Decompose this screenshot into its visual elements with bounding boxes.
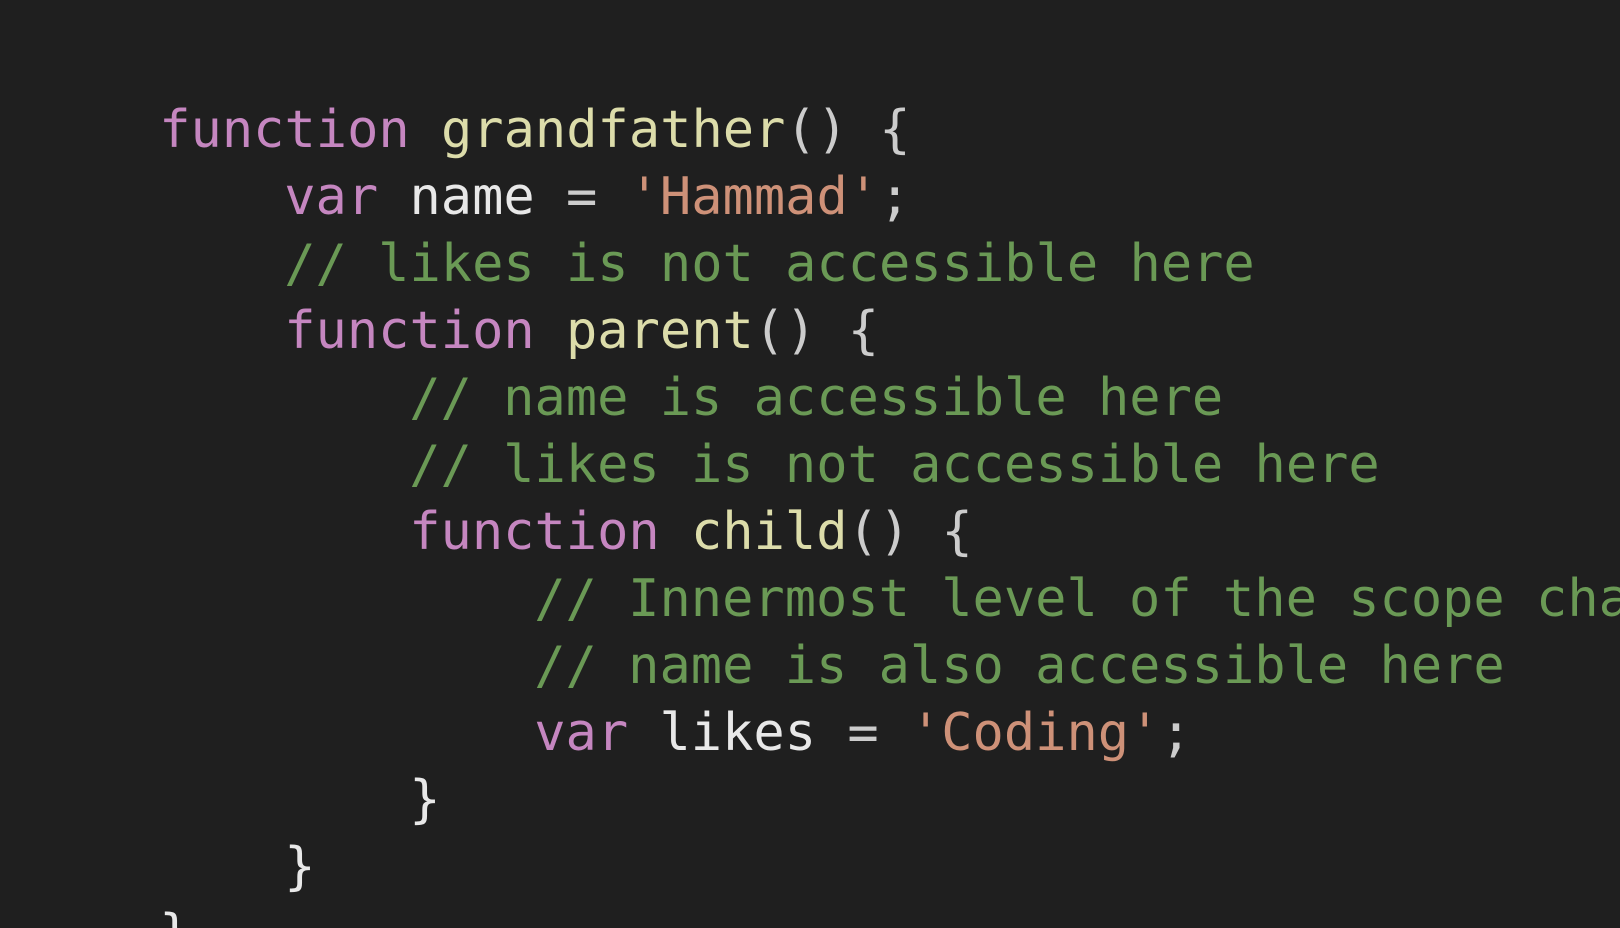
identifier-token: name [409,167,535,227]
comment-token: // likes is not accessible here [284,234,1255,294]
function-name-token: parent [566,301,754,361]
closing-brace: } [159,904,190,928]
code-line: function grandfather() { [34,30,1620,160]
punctuation-token: () { [847,502,973,562]
closing-brace: } [409,770,441,830]
comment-token: // name is accessible here [409,368,1224,428]
string-token: 'Hammad' [628,167,880,227]
punctuation-token: () { [753,301,880,361]
punctuation-token: = [816,703,910,763]
closing-brace: } [284,837,316,897]
code-editor[interactable]: function grandfather() { var name = 'Ham… [0,0,1620,928]
punctuation-token: ; [1160,703,1192,763]
function-name-token: grandfather [441,100,786,160]
comment-token: // Innermost level of the scope chain [534,569,1620,629]
punctuation-token: () { [785,100,911,160]
keyword-token: function [284,301,535,361]
punctuation-token: ; [879,167,911,227]
code-line: } [34,767,1620,897]
keyword-token: function [409,502,660,562]
function-name-token: child [691,502,848,562]
keyword-token: var [534,703,629,763]
comment-token: // name is also accessible here [534,636,1505,696]
punctuation-token: = [534,167,629,227]
identifier-token: likes [659,703,817,763]
comment-token: // likes is not accessible here [409,435,1380,495]
string-token: 'Coding' [909,703,1161,763]
keyword-token: function [159,100,410,160]
keyword-token: var [284,167,379,227]
